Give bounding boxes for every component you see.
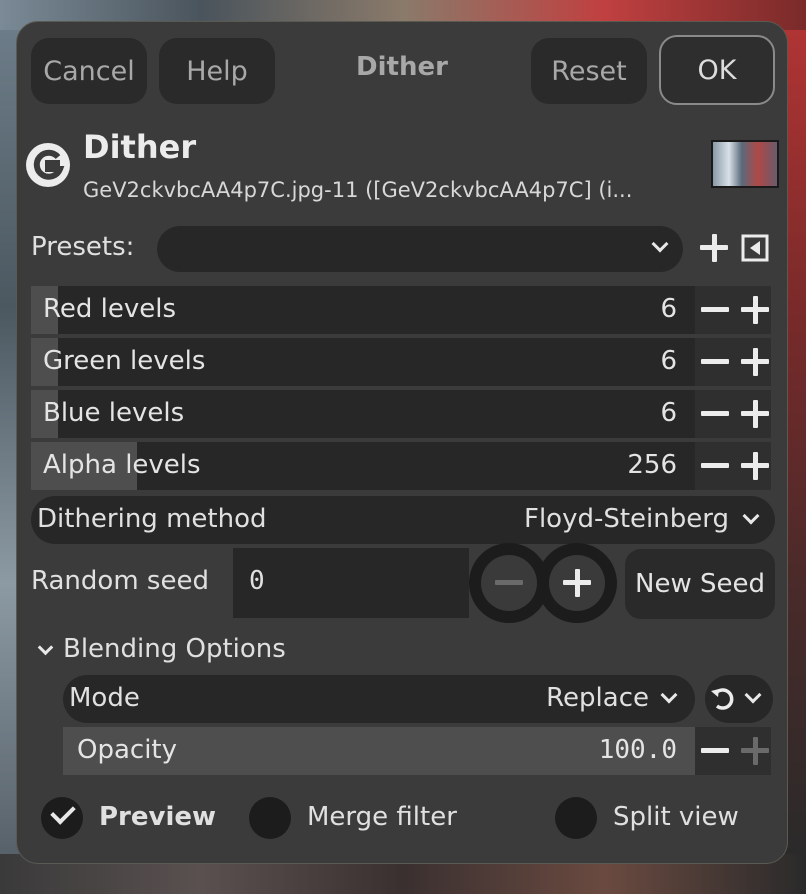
cancel-button[interactable]: Cancel xyxy=(31,38,147,104)
opacity-value: 100.0 xyxy=(598,735,677,765)
red-levels-value: 6 xyxy=(660,294,677,324)
blue-levels-value: 6 xyxy=(660,398,677,428)
red-levels-label: Red levels xyxy=(43,294,177,324)
opacity-label: Opacity xyxy=(77,735,178,765)
alpha-levels-label: Alpha levels xyxy=(43,450,201,480)
dialog-title: Dither xyxy=(356,52,448,82)
add-preset-icon[interactable] xyxy=(700,234,728,262)
ok-button[interactable]: OK xyxy=(659,35,775,105)
green-levels-value: 6 xyxy=(660,346,677,376)
seed-increase-inner xyxy=(549,555,605,611)
preview-label: Preview xyxy=(99,802,217,832)
dithering-method-value: Floyd-Steinberg xyxy=(524,504,729,534)
increase-icon[interactable] xyxy=(741,452,769,480)
increase-icon[interactable] xyxy=(741,348,769,376)
decrease-icon[interactable] xyxy=(701,737,729,765)
blend-mode-dropdown[interactable]: Mode Replace xyxy=(63,675,695,723)
checkmark-icon xyxy=(50,799,76,825)
split-view-label: Split view xyxy=(613,802,739,832)
increase-icon[interactable] xyxy=(741,296,769,324)
operation-subtitle: GeV2ckvbcAA4p7C.jpg-11 ([GeV2ckvbcAA4p7C… xyxy=(83,178,633,202)
random-seed-value: 0 xyxy=(249,566,265,596)
operation-title: Dither xyxy=(83,128,197,166)
decrease-icon[interactable] xyxy=(701,400,729,428)
plus-icon xyxy=(563,569,591,597)
presets-label: Presets: xyxy=(31,232,135,262)
split-view-checkbox[interactable] xyxy=(555,797,597,839)
new-seed-button[interactable]: New Seed xyxy=(625,549,775,619)
alpha-levels-value: 256 xyxy=(627,450,677,480)
increase-icon[interactable] xyxy=(741,400,769,428)
opacity-slider[interactable]: Opacity 100.0 xyxy=(63,727,695,775)
dithering-method-dropdown[interactable]: Dithering method Floyd-Steinberg xyxy=(31,496,775,544)
green-levels-slider[interactable]: Green levels 6 xyxy=(31,338,695,386)
seed-decrease-inner xyxy=(481,555,537,611)
gimp-logo-icon xyxy=(26,143,70,187)
green-levels-stepper xyxy=(695,338,771,386)
minus-icon xyxy=(495,569,523,597)
increase-icon[interactable] xyxy=(741,737,769,765)
seed-increase-button[interactable] xyxy=(537,543,617,623)
blue-levels-stepper xyxy=(695,390,771,438)
blue-levels-slider[interactable]: Blue levels 6 xyxy=(31,390,695,438)
dither-dialog: Cancel Help Dither Reset OK Dither GeV2c… xyxy=(16,21,788,864)
preview-checkbox[interactable] xyxy=(41,797,83,839)
chevron-down-icon xyxy=(742,507,760,525)
opacity-stepper xyxy=(695,727,771,775)
dithering-method-label: Dithering method xyxy=(37,504,267,534)
decrease-icon[interactable] xyxy=(701,348,729,376)
blue-levels-label: Blue levels xyxy=(43,398,185,428)
composite-mode-button[interactable] xyxy=(705,675,773,723)
green-levels-label: Green levels xyxy=(43,346,206,376)
image-thumbnail xyxy=(711,140,779,188)
chevron-down-icon xyxy=(660,686,678,704)
expander-chevron-icon[interactable] xyxy=(37,639,54,656)
red-levels-slider[interactable]: Red levels 6 xyxy=(31,286,695,334)
blend-mode-label: Mode xyxy=(69,683,140,713)
decrease-icon[interactable] xyxy=(701,296,729,324)
random-seed-input[interactable]: 0 xyxy=(233,548,469,618)
merge-filter-label: Merge filter xyxy=(307,802,457,832)
blend-mode-value: Replace xyxy=(546,683,649,713)
decrease-icon[interactable] xyxy=(701,452,729,480)
reset-mode-icon xyxy=(711,688,734,710)
chevron-down-icon xyxy=(651,235,669,253)
merge-filter-checkbox[interactable] xyxy=(249,797,291,839)
red-levels-stepper xyxy=(695,286,771,334)
chevron-down-icon xyxy=(744,686,762,704)
alpha-levels-slider[interactable]: Alpha levels 256 xyxy=(31,442,695,490)
blending-options-expander[interactable]: Blending Options xyxy=(63,634,286,664)
reset-button[interactable]: Reset xyxy=(531,38,647,104)
preset-menu-icon[interactable] xyxy=(741,234,769,262)
presets-dropdown[interactable] xyxy=(157,226,683,272)
random-seed-label: Random seed xyxy=(31,566,209,596)
help-button[interactable]: Help xyxy=(159,38,275,104)
alpha-levels-stepper xyxy=(695,442,771,490)
